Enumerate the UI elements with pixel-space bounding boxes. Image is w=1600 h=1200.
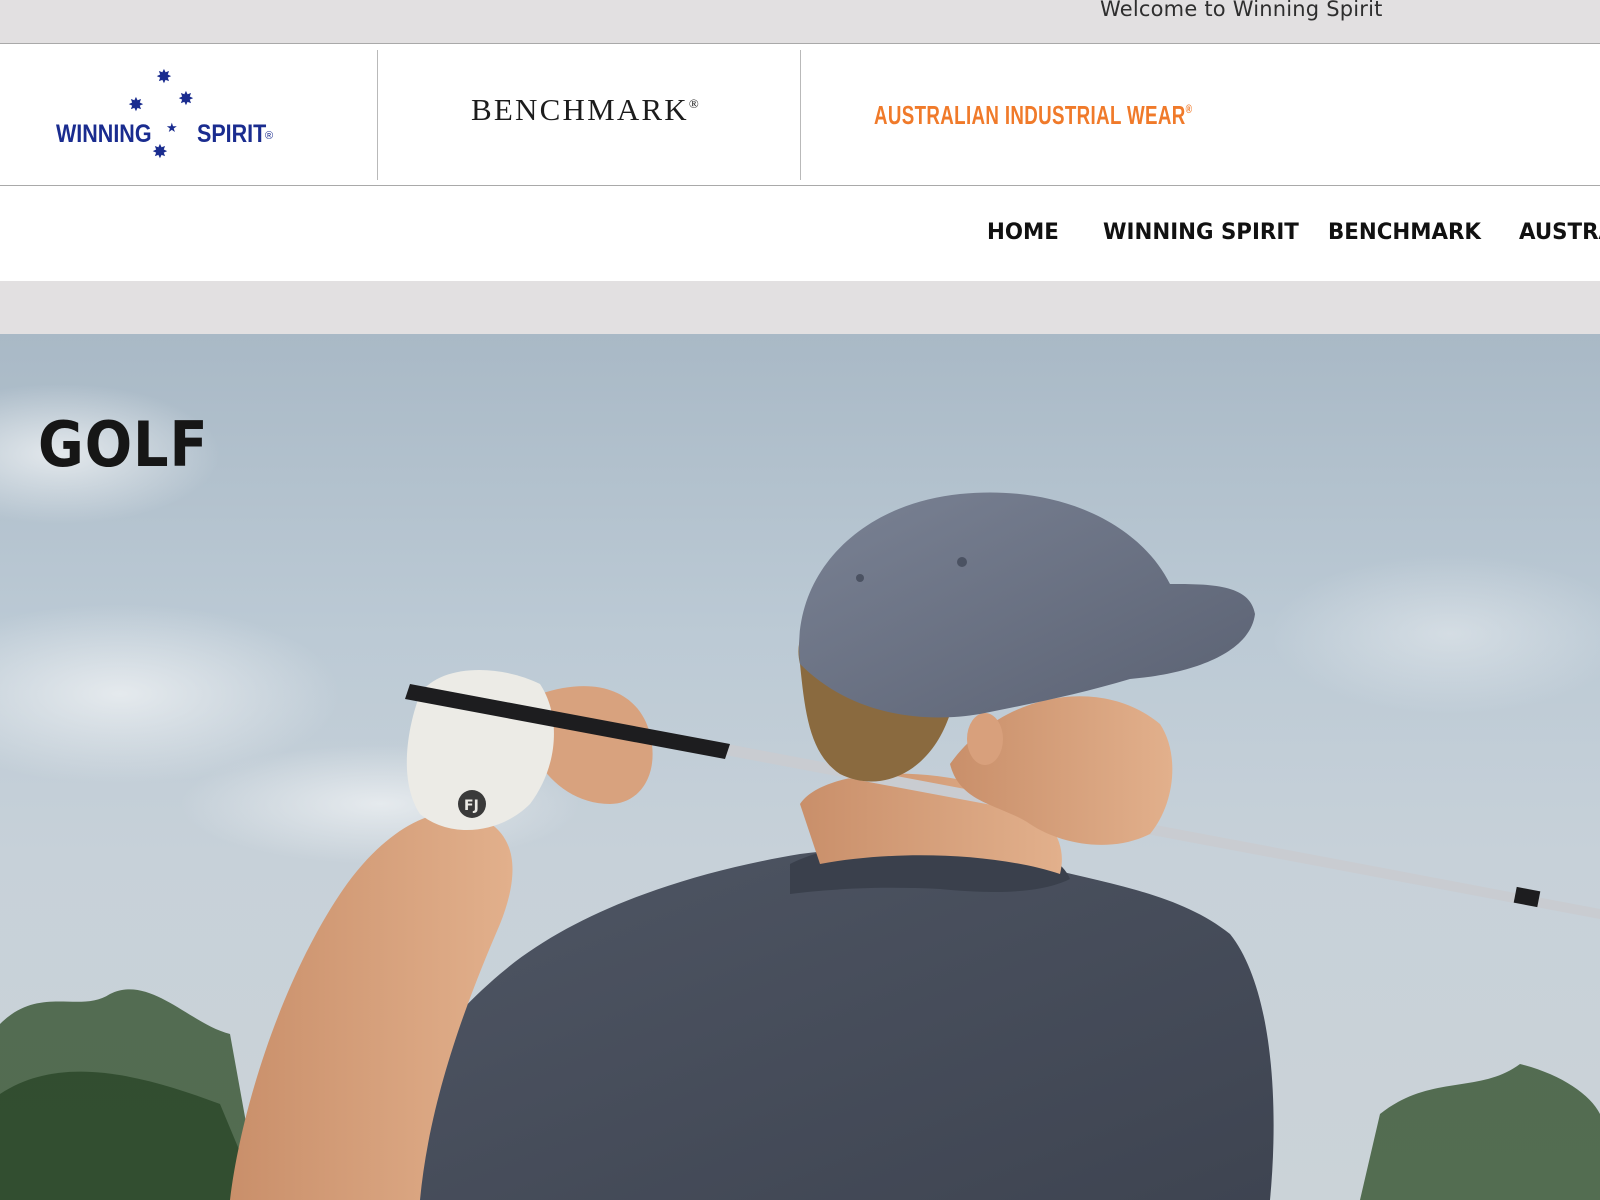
australian-industrial-wear-logo: AUSTRALIAN INDUSTRIAL WEAR® (874, 100, 1192, 131)
star-icon: ✸ (128, 95, 144, 116)
nav-item-winning-spirit[interactable]: WINNING SPIRIT (1103, 220, 1299, 245)
star-icon: ✸ (178, 89, 194, 110)
star-icon: ★ (166, 120, 178, 135)
benchmark-brand-link[interactable]: BENCHMARK® (378, 50, 801, 180)
top-welcome-bar: Welcome to Winning Spirit (0, 0, 1600, 44)
registered-mark: ® (688, 96, 699, 111)
registered-mark: ® (1185, 102, 1193, 116)
spacer-band (0, 281, 1600, 334)
golfer-hero-image: FJ (0, 384, 1600, 1200)
registered-mark: ® (265, 130, 274, 142)
hero-banner: FJ GOLF (0, 334, 1600, 1200)
star-icon: ✸ (152, 142, 168, 163)
brand-logos-row: ✸ ✸ ✸ ★ ✸ WINNING SPIRIT ® BENCHMARK® AU… (0, 44, 1600, 186)
welcome-text: Welcome to Winning Spirit (1100, 0, 1383, 21)
nav-item-home[interactable]: HOME (987, 220, 1059, 245)
winning-spirit-logo: ✸ ✸ ✸ ★ ✸ WINNING SPIRIT ® (56, 68, 286, 168)
benchmark-logo: BENCHMARK® (471, 92, 699, 128)
winning-spirit-logo-word: SPIRIT (197, 120, 267, 148)
winning-spirit-brand-link[interactable]: ✸ ✸ ✸ ★ ✸ WINNING SPIRIT ® (0, 50, 378, 180)
nav-item-benchmark[interactable]: BENCHMARK (1328, 220, 1481, 245)
hero-title: GOLF (38, 408, 209, 481)
aiw-logo-text: AUSTRALIAN INDUSTRIAL WEAR (874, 100, 1186, 130)
australian-industrial-wear-brand-link[interactable]: AUSTRALIAN INDUSTRIAL WEAR® (801, 50, 1600, 180)
main-nav: HOME WINNING SPIRIT BENCHMARK AUSTRA (0, 186, 1600, 281)
nav-item-australian-industrial-wear[interactable]: AUSTRA (1519, 220, 1600, 245)
star-icon: ✸ (156, 67, 172, 88)
winning-spirit-logo-word: WINNING (56, 120, 152, 148)
svg-text:FJ: FJ (464, 798, 479, 814)
benchmark-logo-text: BENCHMARK (471, 92, 689, 127)
